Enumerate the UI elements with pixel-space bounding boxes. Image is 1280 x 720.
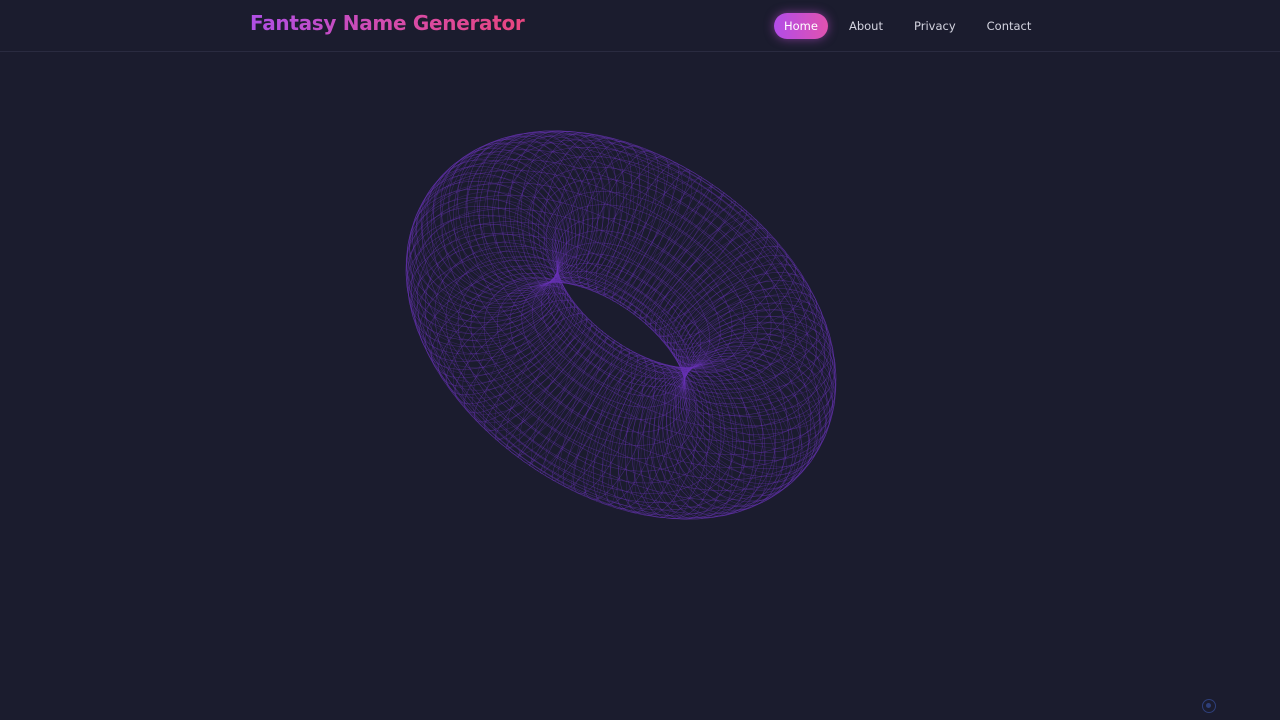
mesh-line [509,282,687,433]
badge-icon[interactable] [1202,699,1216,713]
nav-about[interactable]: About [839,13,893,39]
mesh-line [548,263,694,387]
torus-mesh [405,130,837,520]
nav-home[interactable]: Home [774,13,828,39]
wireframe-torus-graphic [405,130,837,520]
mesh-line [579,141,720,304]
main-nav: Home About Privacy Contact [774,13,1041,39]
site-logo-title[interactable]: Fantasy Name Generator [250,11,525,35]
mesh-line [413,279,575,400]
nav-privacy[interactable]: Privacy [904,13,966,39]
mesh-line [414,149,828,501]
nav-contact[interactable]: Contact [977,13,1042,39]
mesh-line [555,217,733,368]
site-header: Fantasy Name Generator Home About Privac… [0,0,1280,52]
